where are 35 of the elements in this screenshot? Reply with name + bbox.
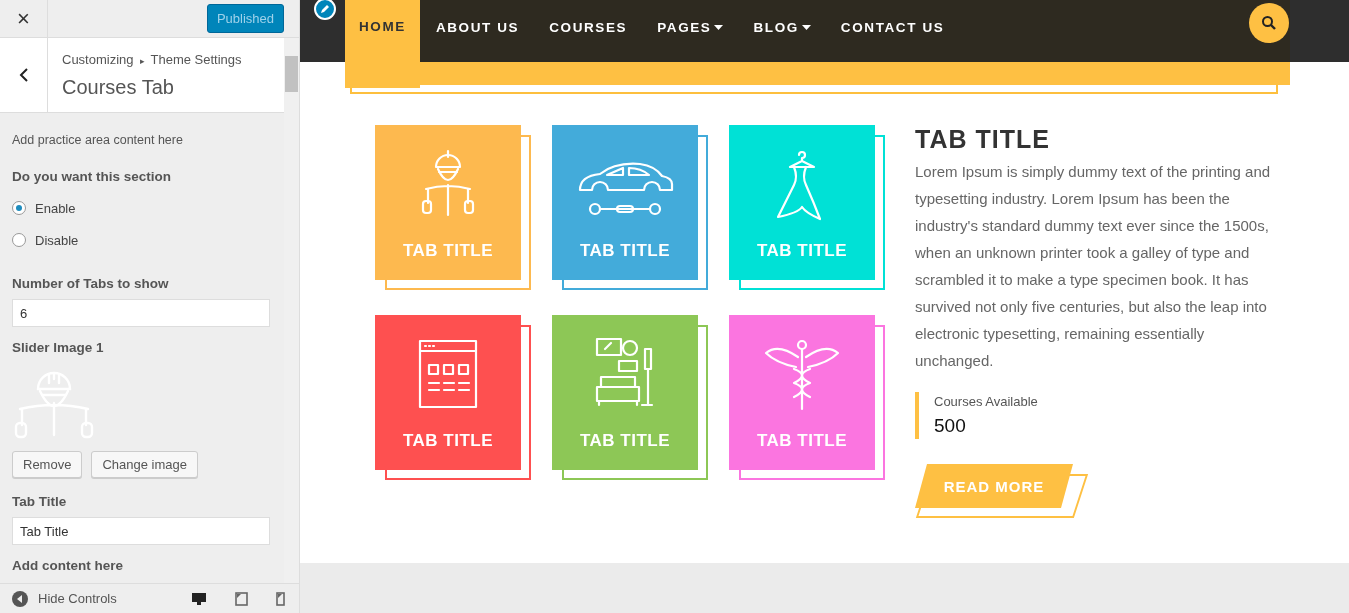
- close-button[interactable]: ×: [0, 0, 48, 38]
- hide-controls-button[interactable]: Hide Controls: [12, 590, 117, 607]
- nav-link[interactable]: CONTACT US: [826, 0, 959, 54]
- section-description: Add practice area content here: [12, 133, 184, 147]
- panel-title: Courses Tab: [62, 76, 175, 99]
- back-icon: [18, 67, 29, 83]
- field-label: Slider Image 1: [12, 340, 105, 355]
- field-label: Add content here: [12, 558, 124, 573]
- nav-link[interactable]: HOME: [345, 0, 420, 88]
- breadcrumb-item: Customizing: [62, 52, 134, 69]
- search-icon: [1261, 15, 1277, 31]
- tab-description: Lorem Ipsum is simply dummy text of the printing and typesetting industry. Lorem Ipsum has been the industry's standard dummy text ever since the 1500s, when an unknown printer took a galley of type and scrambled it to make a type specimen book. It has survived not only five centuries, but also the leap into electronic typesetting, remaining essentially unchanged.: [915, 162, 1272, 371]
- tablet-preview-button[interactable]: [233, 589, 250, 608]
- field-label: Do you want this section: [12, 169, 172, 184]
- breadcrumb-item: Theme Settings: [150, 52, 242, 69]
- field-label: Tab Title: [12, 494, 68, 509]
- nav-link[interactable]: BLOG: [739, 0, 825, 54]
- image-button[interactable]: Change image: [91, 451, 198, 478]
- nav-link[interactable]: ABOUT US: [421, 0, 534, 54]
- tab-heading: TAB TITLE: [915, 125, 1051, 154]
- stat-label: Courses Available: [934, 394, 1039, 409]
- collapse-icon: [12, 590, 28, 607]
- radio-button[interactable]: [12, 201, 26, 215]
- tab-title-field[interactable]: Tab Title: [12, 517, 270, 545]
- nav-link[interactable]: PAGES: [643, 0, 738, 54]
- nav-link[interactable]: COURSES: [535, 0, 642, 54]
- breadcrumb-separator: ▸: [139, 55, 145, 68]
- radio-button[interactable]: [12, 233, 26, 247]
- radio-label: Disable: [35, 232, 79, 248]
- field-label: Number of Tabs to show: [12, 276, 170, 291]
- image-button[interactable]: Remove: [12, 451, 83, 478]
- radio-label: Enable: [35, 200, 76, 216]
- number-field[interactable]: 6: [12, 299, 270, 327]
- mobile-preview-button[interactable]: [274, 589, 287, 608]
- stat-value: 500: [934, 415, 967, 437]
